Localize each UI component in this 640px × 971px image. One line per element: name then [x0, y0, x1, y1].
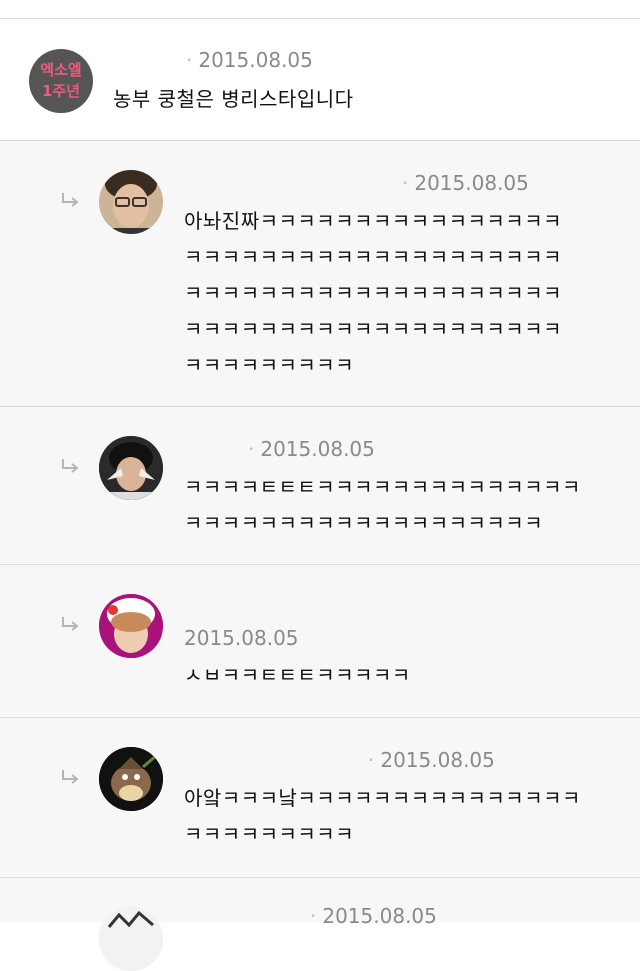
- redacted-username: ·: [186, 48, 193, 72]
- comment-item: 엑소엘 1주년 · 2015.08.05 농부 쿵철은 병리스타입니다: [0, 19, 640, 141]
- avatar[interactable]: [99, 170, 163, 234]
- reply-item: · 2015.08.05 아앜ㅋㅋㅋ낰ㅋㅋㅋㅋㅋㅋㅋㅋㅋㅋㅋㅋㅋㅋㅋ ㅋㅋㅋㅋㅋㅋ…: [0, 718, 640, 878]
- reply-arrow-icon: [62, 770, 79, 784]
- redacted-username: ·: [310, 904, 317, 928]
- redacted-username: ·: [248, 437, 255, 461]
- redacted-username: ·: [402, 171, 409, 195]
- reply-item: · 2015.08.05: [0, 878, 640, 971]
- reply-item: 2015.08.05 ㅅㅂㅋㅋㅌㅌㅌㅋㅋㅋㅋㅋ: [0, 565, 640, 718]
- comment-text: 아앜ㅋㅋㅋ낰ㅋㅋㅋㅋㅋㅋㅋㅋㅋㅋㅋㅋㅋㅋㅋ ㅋㅋㅋㅋㅋㅋㅋㅋㅋ: [184, 786, 581, 846]
- comment-text: 농부 쿵철은 병리스타입니다: [113, 87, 354, 111]
- comment-meta: · 2015.08.05: [368, 748, 495, 772]
- comment-date: 2015.08.05: [322, 904, 437, 928]
- comment-date: 2015.08.05: [414, 171, 529, 195]
- avatar[interactable]: [99, 747, 163, 811]
- comment-date: 2015.08.05: [260, 437, 375, 461]
- comment-meta: · 2015.08.05: [310, 904, 437, 928]
- avatar[interactable]: [99, 436, 163, 500]
- avatar-badge-line1: 엑소엘: [40, 61, 82, 79]
- reply-arrow-icon: [62, 193, 79, 207]
- comment-meta: · 2015.08.05: [186, 48, 313, 72]
- avatar[interactable]: [99, 907, 163, 971]
- comment-meta: · 2015.08.05: [248, 437, 375, 461]
- reply-arrow-icon: [62, 617, 79, 631]
- comment-date: 2015.08.05: [198, 48, 313, 72]
- comment-date: 2015.08.05: [184, 626, 299, 650]
- comment-text: ㅋㅋㅋㅋㅌㅌㅌㅋㅋㅋㅋㅋㅋㅋㅋㅋㅋㅋㅋㅋㅋ ㅋㅋㅋㅋㅋㅋㅋㅋㅋㅋㅋㅋㅋㅋㅋㅋㅋㅋ…: [184, 475, 581, 535]
- comment-meta: 2015.08.05: [184, 626, 299, 650]
- avatar[interactable]: 엑소엘 1주년: [29, 49, 93, 113]
- comment-text: ㅅㅂㅋㅋㅌㅌㅌㅋㅋㅋㅋㅋ: [184, 663, 411, 687]
- comment-meta: · 2015.08.05: [402, 171, 529, 195]
- reply-item: · 2015.08.05 ㅋㅋㅋㅋㅌㅌㅌㅋㅋㅋㅋㅋㅋㅋㅋㅋㅋㅋㅋㅋㅋ ㅋㅋㅋㅋㅋㅋ…: [0, 407, 640, 565]
- reply-arrow-icon: [62, 459, 79, 473]
- comment-text: 아놔진짜ㅋㅋㅋㅋㅋㅋㅋㅋㅋㅋㅋㅋㅋㅋㅋㅋ ㅋㅋㅋㅋㅋㅋㅋㅋㅋㅋㅋㅋㅋㅋㅋㅋㅋㅋㅋ…: [184, 209, 562, 377]
- avatar[interactable]: [99, 594, 163, 658]
- comment-date: 2015.08.05: [380, 748, 495, 772]
- redacted-username: ·: [368, 748, 375, 772]
- reply-item: · 2015.08.05 아놔진짜ㅋㅋㅋㅋㅋㅋㅋㅋㅋㅋㅋㅋㅋㅋㅋㅋ ㅋㅋㅋㅋㅋㅋㅋ…: [0, 141, 640, 407]
- avatar-badge-line2: 1주년: [41, 82, 81, 100]
